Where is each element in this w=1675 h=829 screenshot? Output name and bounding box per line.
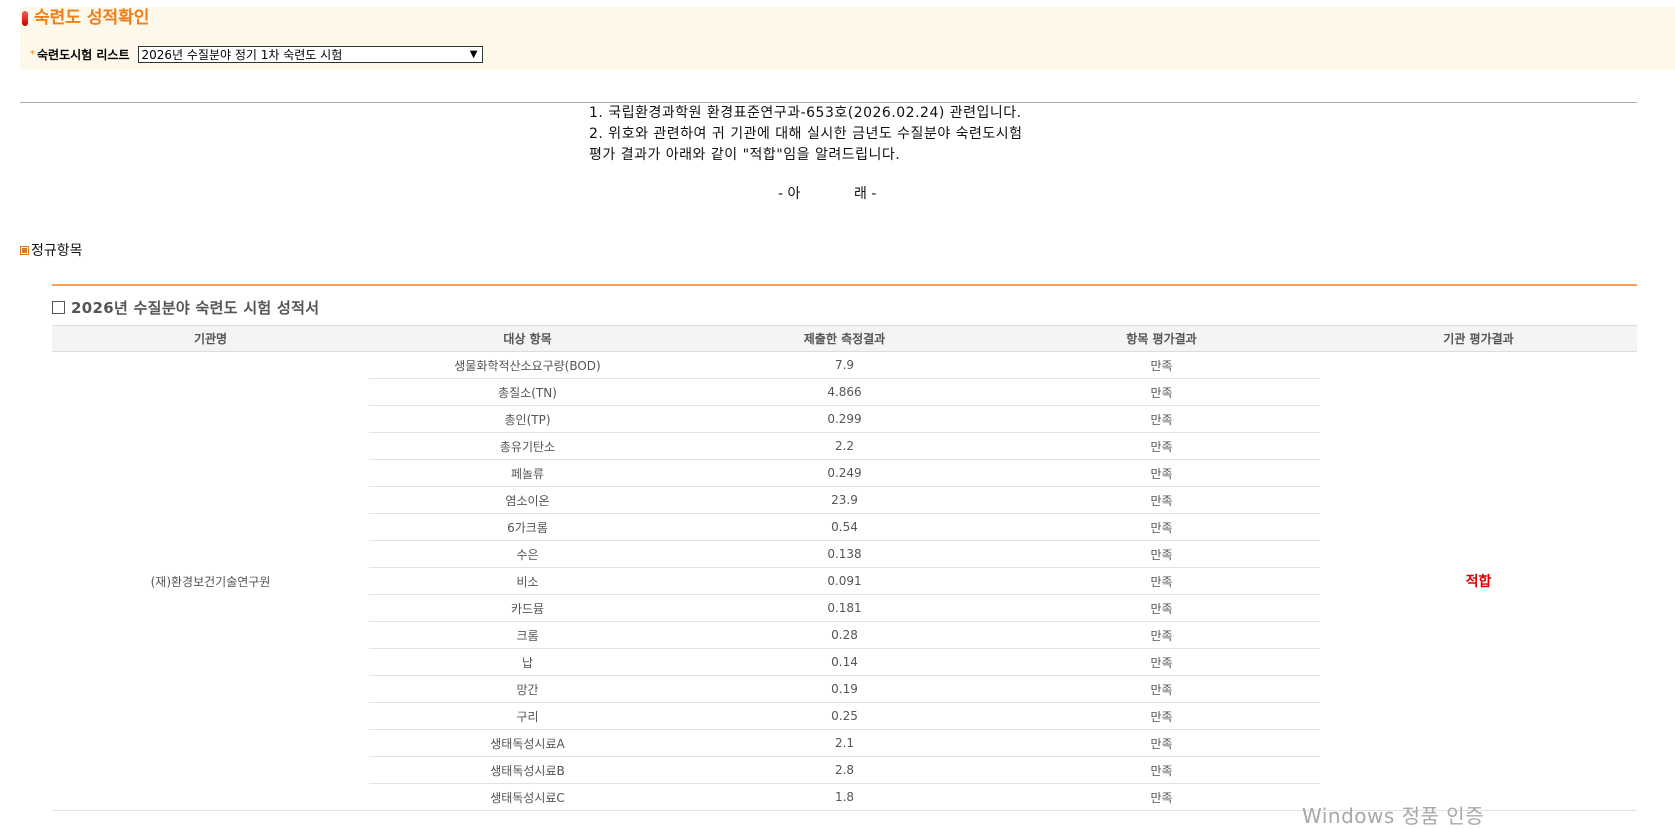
activation-watermark: Windows 정품 인증	[1302, 804, 1485, 828]
item-cell: 염소이온	[369, 486, 686, 514]
eval-cell: 만족	[1003, 702, 1320, 730]
checkbox-icon	[52, 301, 65, 314]
notice-line-2: 2. 위호와 관련하여 귀 기관에 대해 실시한 금년도 수질분야 숙련도시험	[589, 126, 1023, 142]
item-cell: 수은	[369, 540, 686, 568]
column-header: 기관명	[52, 325, 369, 352]
eval-cell: 만족	[1003, 540, 1320, 568]
item-cell: 카드뮴	[369, 594, 686, 622]
item-cell: 생물화학적산소요구량(BOD)	[369, 351, 686, 379]
eval-cell: 만족	[1003, 459, 1320, 487]
value-cell: 0.138	[686, 540, 1003, 568]
org-result-cell: 적합	[1320, 351, 1637, 811]
notice-text: 1. 국립환경과학원 환경표준연구과-653호(2026.02.24) 관련입니…	[589, 103, 1023, 166]
value-cell: 2.2	[686, 432, 1003, 460]
item-cell: 생태독성시료C	[369, 783, 686, 811]
page-title: 숙련도 성적확인	[34, 8, 150, 28]
column-header: 제출한 측정결과	[686, 325, 1003, 352]
notice-line-1: 1. 국립환경과학원 환경표준연구과-653호(2026.02.24) 관련입니…	[589, 105, 1022, 121]
eval-cell: 만족	[1003, 783, 1320, 811]
value-cell: 1.8	[686, 783, 1003, 811]
item-cell: 납	[369, 648, 686, 676]
eval-cell: 만족	[1003, 405, 1320, 433]
eval-cell: 만족	[1003, 756, 1320, 784]
eval-cell: 만족	[1003, 729, 1320, 757]
eval-cell: 만족	[1003, 432, 1320, 460]
item-cell: 망간	[369, 675, 686, 703]
section-bullet-icon	[20, 245, 29, 255]
value-cell: 0.249	[686, 459, 1003, 487]
value-cell: 23.9	[686, 486, 1003, 514]
section-heading: 정규항목	[20, 240, 83, 260]
item-cell: 총인(TP)	[369, 405, 686, 433]
report-title-text: 2026년 수질분야 숙련도 시험 성적서	[71, 299, 320, 317]
value-cell: 7.9	[686, 351, 1003, 379]
eval-cell: 만족	[1003, 594, 1320, 622]
exam-select-label: 숙련도시험 리스트	[37, 47, 130, 62]
eval-cell: 만족	[1003, 513, 1320, 541]
results-table: 기관명 대상 항목 제출한 측정결과 항목 평가결과 기관 평가결과 (재)환경…	[52, 325, 1637, 811]
value-cell: 0.091	[686, 567, 1003, 595]
item-cell: 6가크롬	[369, 513, 686, 541]
header-panel: 숙련도 성적확인 * 숙련도시험 리스트 2026년 수질분야 정기 1차 숙련…	[20, 7, 1675, 70]
eval-cell: 만족	[1003, 621, 1320, 649]
title-marker-icon	[22, 11, 28, 26]
table-row: (재)환경보건기술연구원 생물화학적산소요구량(BOD) 7.9 만족 적합	[52, 351, 1637, 811]
value-cell: 4.866	[686, 378, 1003, 406]
value-cell: 0.25	[686, 702, 1003, 730]
item-cell: 생태독성시료A	[369, 729, 686, 757]
eval-cell: 만족	[1003, 648, 1320, 676]
item-cell: 총질소(TN)	[369, 378, 686, 406]
eval-cell: 만족	[1003, 378, 1320, 406]
item-cell: 생태독성시료B	[369, 756, 686, 784]
value-cell: 0.14	[686, 648, 1003, 676]
report-divider	[52, 284, 1637, 286]
table-header-row: 기관명 대상 항목 제출한 측정결과 항목 평가결과 기관 평가결과	[52, 325, 1637, 352]
item-cell: 구리	[369, 702, 686, 730]
item-cell: 비소	[369, 567, 686, 595]
item-cell: 총유기탄소	[369, 432, 686, 460]
org-name-cell: (재)환경보건기술연구원	[52, 351, 369, 811]
column-header: 기관 평가결과	[1320, 325, 1637, 352]
below-right: 래 -	[854, 186, 877, 202]
exam-select-row: * 숙련도시험 리스트 2026년 수질분야 정기 1차 숙련도 시험 ▼	[30, 44, 483, 64]
eval-cell: 만족	[1003, 351, 1320, 379]
eval-cell: 만족	[1003, 486, 1320, 514]
value-cell: 2.8	[686, 756, 1003, 784]
eval-cell: 만족	[1003, 567, 1320, 595]
notice-line-3: 평가 결과가 아래와 같이 "적합"임을 알려드립니다.	[589, 147, 901, 163]
item-cell: 페놀류	[369, 459, 686, 487]
item-cell: 크롬	[369, 621, 686, 649]
column-header: 항목 평가결과	[1003, 325, 1320, 352]
below-left: - 아	[778, 186, 801, 202]
value-cell: 0.181	[686, 594, 1003, 622]
bullet-icon: *	[30, 48, 35, 60]
exam-select-value: 2026년 수질분야 정기 1차 숙련도 시험	[141, 47, 343, 62]
value-cell: 0.28	[686, 621, 1003, 649]
value-cell: 0.299	[686, 405, 1003, 433]
chevron-down-icon: ▼	[469, 48, 478, 60]
column-header: 대상 항목	[369, 325, 686, 352]
value-cell: 0.54	[686, 513, 1003, 541]
report-title: 2026년 수질분야 숙련도 시험 성적서	[52, 297, 319, 318]
value-cell: 0.19	[686, 675, 1003, 703]
eval-cell: 만족	[1003, 675, 1320, 703]
value-cell: 2.1	[686, 729, 1003, 757]
section-title: 정규항목	[31, 243, 83, 259]
exam-select-dropdown[interactable]: 2026년 수질분야 정기 1차 숙련도 시험 ▼	[137, 45, 483, 63]
